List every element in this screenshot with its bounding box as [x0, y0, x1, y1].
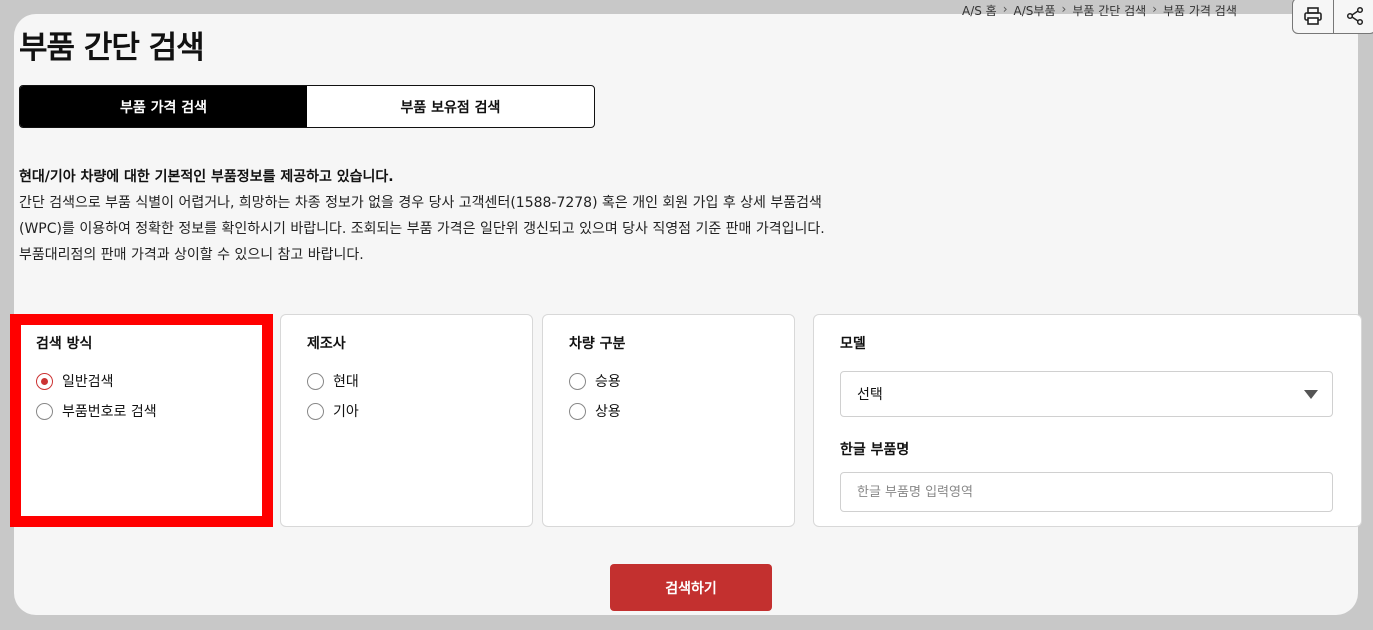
radio-label: 일반검색 — [62, 374, 114, 390]
intro-line: (WPC)를 이용하여 정확한 정보를 확인하시기 바랍니다. 조회되는 부품 … — [19, 221, 825, 237]
intro-text: 현대/기아 차량에 대한 기본적인 부품정보를 제공하고 있습니다. 간단 검색… — [19, 164, 825, 268]
radio-part-number-search[interactable]: 부품번호로 검색 — [36, 401, 247, 421]
radio-unchecked-icon[interactable] — [307, 372, 324, 390]
breadcrumb: A/S 홈 › A/S부품 › 부품 간단 검색 › 부품 가격 검색 — [962, 2, 1237, 19]
page-container: A/S 홈 › A/S부품 › 부품 간단 검색 › 부품 가격 검색 부품 간… — [10, 0, 1373, 615]
intro-lead: 현대/기아 차량에 대한 기본적인 부품정보를 제공하고 있습니다. — [19, 169, 394, 185]
radio-label: 현대 — [333, 374, 359, 390]
page-title: 부품 간단 검색 — [19, 30, 205, 66]
top-tools — [1292, 0, 1373, 34]
tab-store-search[interactable]: 부품 보유점 검색 — [307, 86, 594, 127]
radio-unchecked-icon[interactable] — [307, 402, 324, 420]
radio-passenger[interactable]: 승용 — [569, 371, 768, 391]
manufacturer-panel: 제조사 현대 기아 — [280, 314, 533, 527]
radio-label: 부품번호로 검색 — [62, 404, 157, 420]
part-name-input[interactable] — [840, 472, 1333, 512]
radio-unchecked-icon[interactable] — [36, 402, 53, 420]
part-name-label: 한글 부품명 — [840, 442, 910, 458]
model-label: 모델 — [840, 336, 866, 352]
tab-price-search[interactable]: 부품 가격 검색 — [20, 86, 307, 127]
search-method-panel: 검색 방식 일반검색 부품번호로 검색 — [10, 314, 273, 527]
model-select-value: 선택 — [857, 387, 883, 403]
printer-icon — [1304, 7, 1322, 25]
radio-label: 기아 — [333, 404, 359, 420]
share-button[interactable] — [1334, 0, 1373, 34]
radio-unchecked-icon[interactable] — [569, 372, 586, 390]
share-icon — [1346, 6, 1363, 26]
intro-line: 부품대리점의 판매 가격과 상이할 수 있으니 참고 바랍니다. — [19, 247, 364, 263]
search-button[interactable]: 검색하기 — [610, 564, 772, 611]
print-button[interactable] — [1292, 0, 1334, 34]
chevron-right-icon: › — [1061, 2, 1067, 16]
chevron-right-icon: › — [1152, 2, 1157, 16]
radio-label: 승용 — [595, 374, 621, 390]
search-method-label: 검색 방식 — [36, 336, 93, 352]
model-panel: 모델 선택 한글 부품명 — [813, 314, 1362, 527]
search-tabs: 부품 가격 검색 부품 보유점 검색 — [19, 85, 595, 128]
vehicle-type-panel: 차량 구분 승용 상용 — [542, 314, 795, 527]
radio-kia[interactable]: 기아 — [307, 401, 506, 421]
breadcrumb-simple-search[interactable]: 부품 간단 검색 — [1072, 2, 1146, 19]
chevron-right-icon: › — [1002, 2, 1008, 16]
model-select[interactable]: 선택 — [840, 371, 1333, 417]
vehicle-type-label: 차량 구분 — [569, 336, 626, 352]
radio-unchecked-icon[interactable] — [569, 402, 586, 420]
breadcrumb-price-search: 부품 가격 검색 — [1163, 4, 1237, 18]
radio-commercial[interactable]: 상용 — [569, 401, 768, 421]
breadcrumb-parts[interactable]: A/S부품 — [1014, 2, 1056, 19]
radio-hyundai[interactable]: 현대 — [307, 371, 506, 391]
intro-line: 간단 검색으로 부품 식별이 어렵거나, 희망하는 차종 정보가 없을 경우 당… — [19, 195, 822, 211]
breadcrumb-home[interactable]: A/S 홈 — [962, 2, 997, 19]
manufacturer-label: 제조사 — [307, 336, 346, 352]
radio-checked-icon[interactable] — [36, 372, 53, 390]
caret-down-icon — [1304, 389, 1318, 399]
radio-label: 상용 — [595, 404, 621, 420]
radio-general-search[interactable]: 일반검색 — [36, 371, 247, 391]
